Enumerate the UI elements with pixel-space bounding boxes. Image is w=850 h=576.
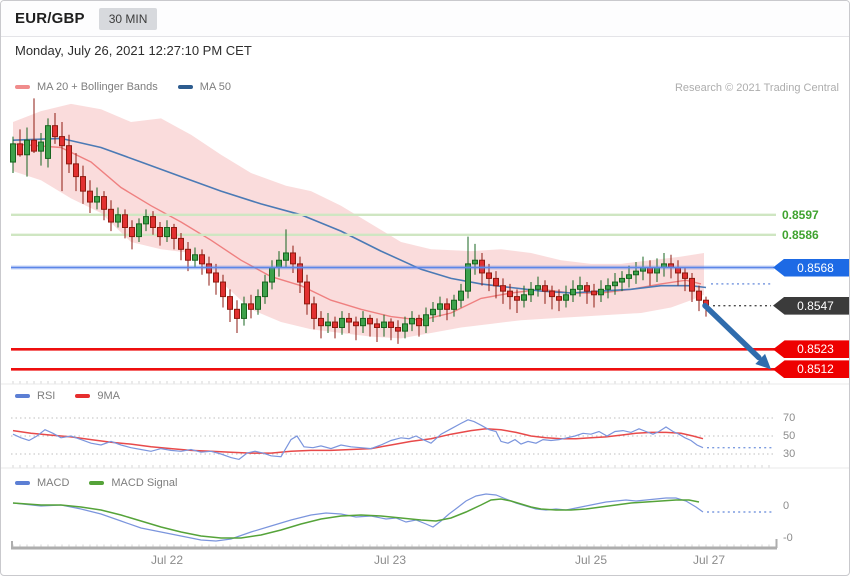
price-panel [10, 98, 776, 344]
macd-signal-line [12, 498, 700, 539]
price-level-tag: 0.8547 [773, 296, 849, 315]
macd-legend-item: MACD Signal [89, 477, 177, 489]
macd-legend-item: MACD [15, 477, 69, 489]
rsi-legend-label: 9MA [97, 390, 120, 402]
main-chart-legend: MA 20 + Bollinger Bands MA 50 [15, 81, 231, 93]
rsi-legend-swatch-icon [15, 394, 30, 398]
rsi-scale-label: 30 [783, 448, 796, 460]
macd-scale-label: -0 [783, 532, 793, 544]
x-axis-label: Jul 22 [150, 553, 184, 567]
macd-legend: MACD MACD Signal [15, 477, 177, 489]
rsi-line [12, 419, 704, 461]
price-level-label: 0.8586 [782, 227, 819, 242]
main-legend-swatch-icon [15, 85, 30, 89]
macd-line [12, 493, 704, 542]
rsi-legend-item: RSI [15, 390, 55, 402]
x-axis-label: Jul 25 [574, 553, 608, 567]
macd-scale-label: 0 [783, 500, 790, 512]
main-legend-label: MA 50 [199, 81, 231, 93]
x-axis-label: Jul 23 [373, 553, 407, 567]
rsi-panel [11, 417, 773, 461]
research-credit: Research © 2021 Trading Central [674, 82, 839, 94]
trading-central-chart-widget: EUR/GBP 30 MIN Monday, July 26, 2021 12:… [0, 0, 850, 576]
rsi-legend-item: 9MA [75, 390, 120, 402]
macd-panel [12, 493, 772, 542]
rsi-legend-swatch-icon [75, 394, 91, 398]
macd-legend-swatch-icon [89, 481, 105, 485]
price-level-tag: 0.8512 [773, 360, 849, 379]
macd-legend-label: MACD Signal [111, 477, 178, 489]
rsi-scale-label: 70 [783, 412, 796, 424]
main-legend-item: MA 50 [177, 81, 231, 93]
x-axis-label: Jul 27 [692, 553, 726, 567]
main-legend-label: MA 20 + Bollinger Bands [37, 81, 158, 93]
price-level-tag: 0.8568 [773, 258, 849, 277]
macd-legend-label: MACD [37, 477, 70, 489]
macd-legend-swatch-icon [15, 481, 30, 485]
price-level-tag: 0.8523 [773, 340, 849, 359]
main-legend-item: MA 20 + Bollinger Bands [15, 81, 158, 93]
rsi-legend: RSI 9MA [15, 390, 120, 402]
rsi-scale-label: 50 [783, 430, 796, 442]
main-legend-swatch-icon [177, 85, 193, 89]
rsi-legend-label: RSI [37, 390, 56, 402]
price-level-label: 0.8597 [782, 207, 819, 222]
